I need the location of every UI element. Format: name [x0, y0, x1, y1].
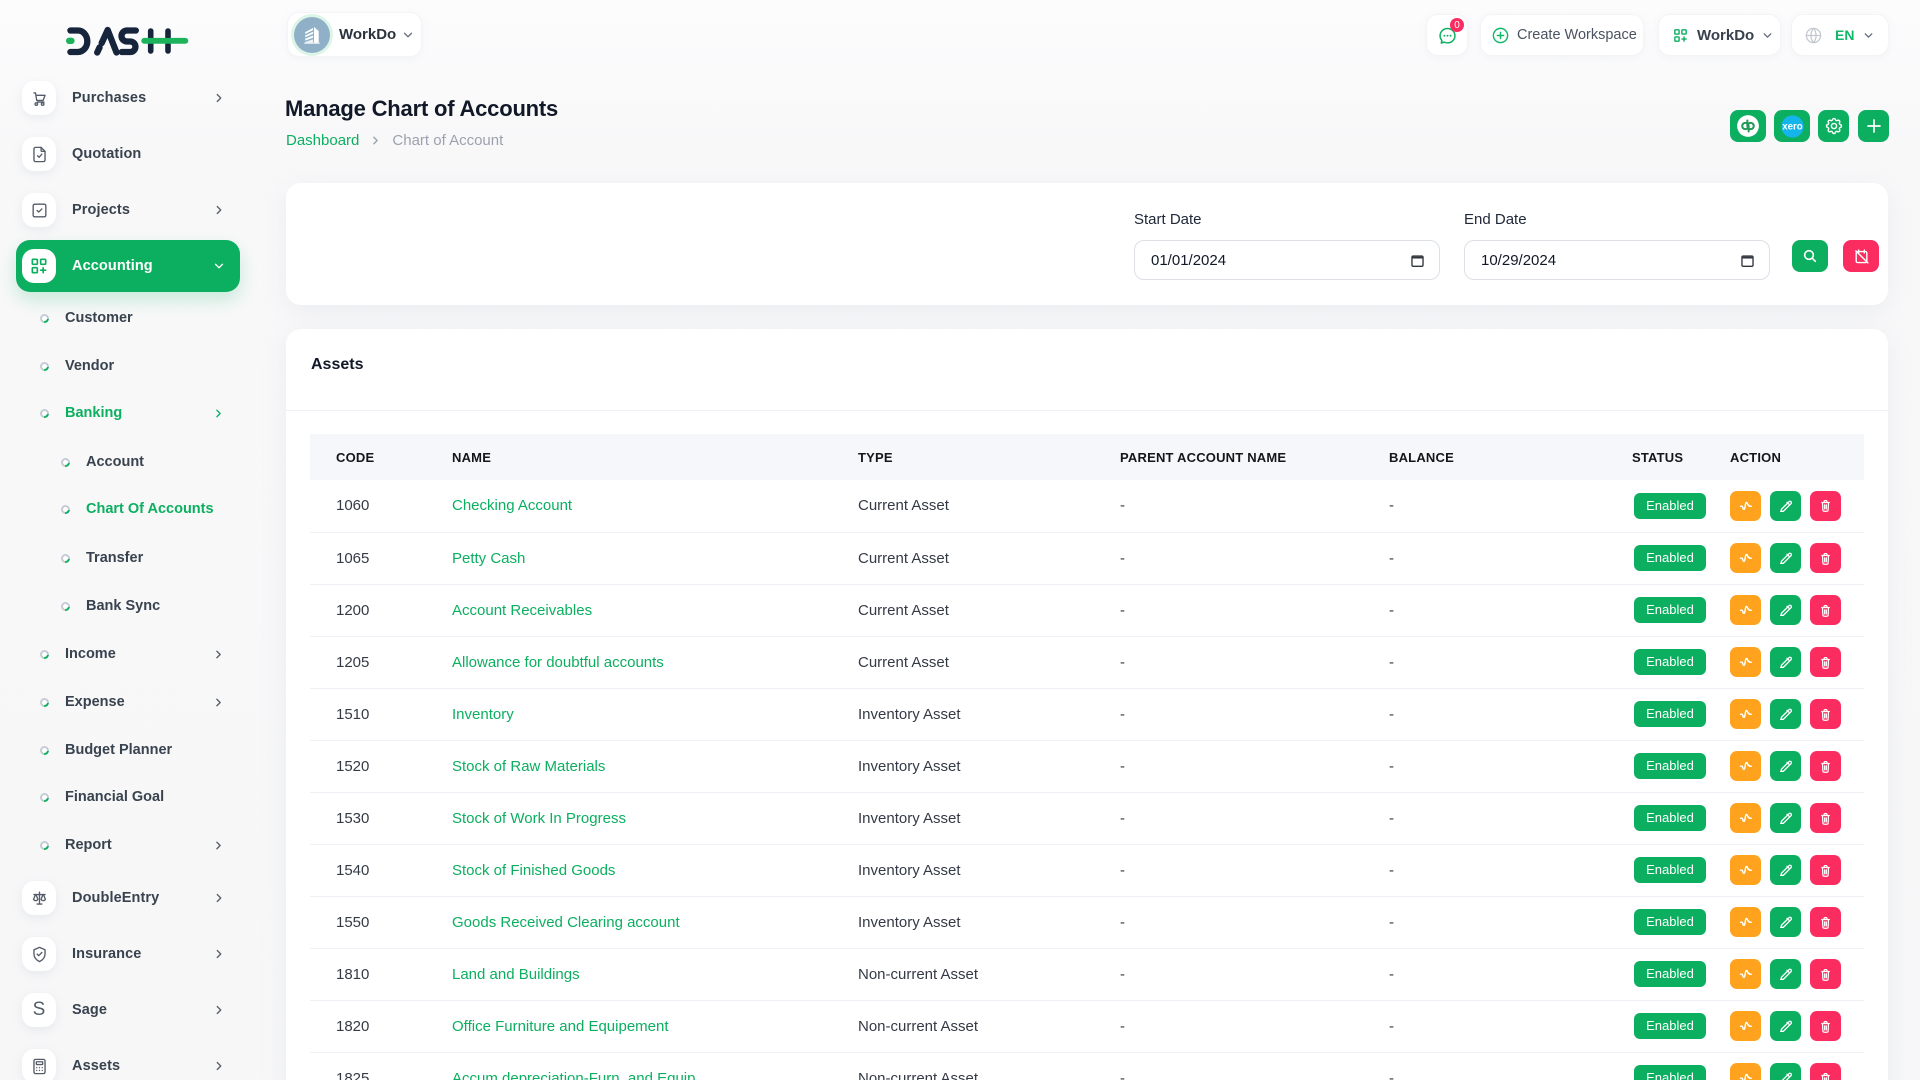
svg-text:xero: xero	[1782, 121, 1803, 132]
